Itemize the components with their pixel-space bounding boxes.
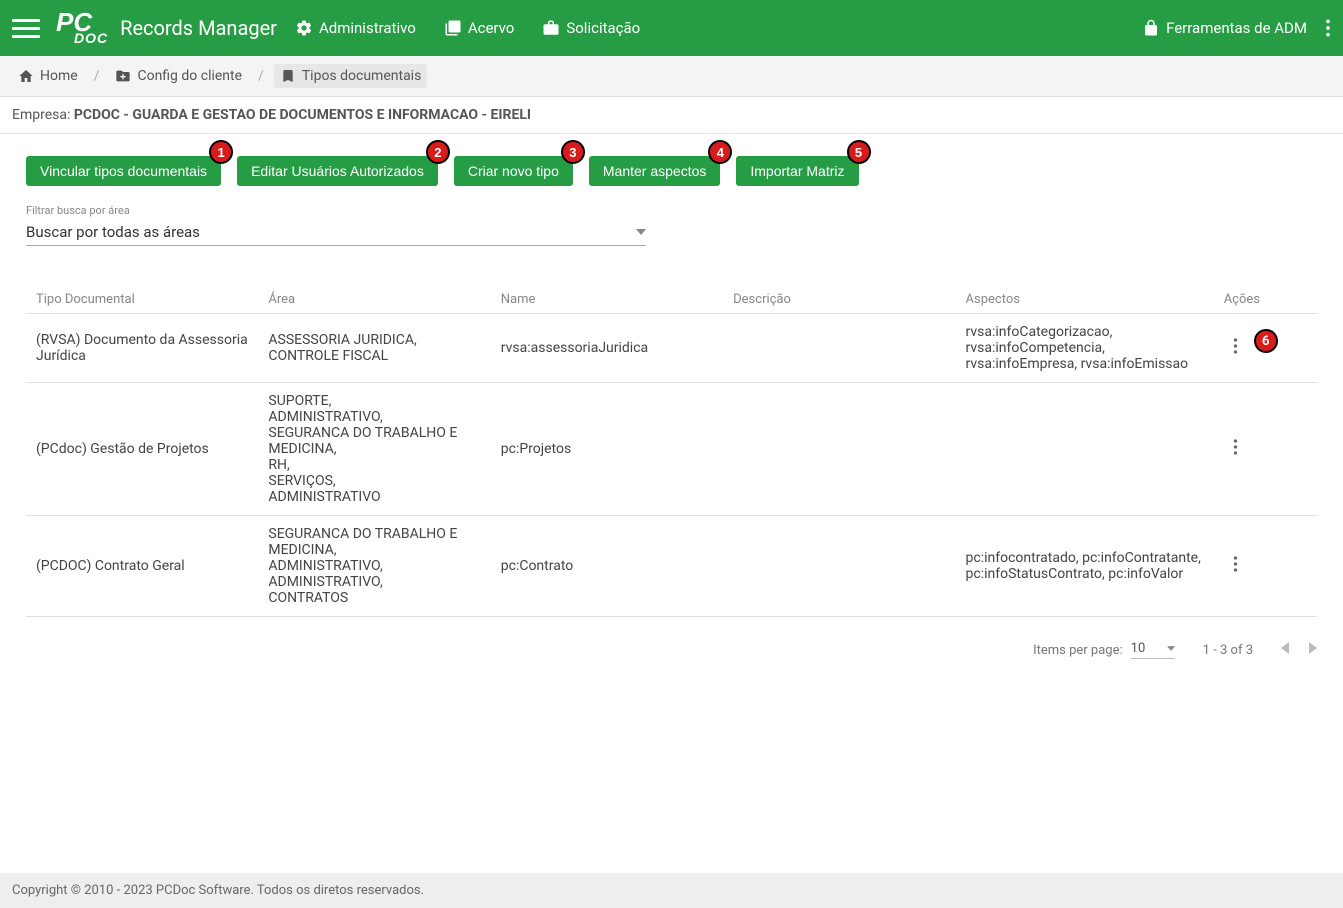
table-row: (RVSA) Documento da Assessoria Jurídica … [26, 314, 1317, 383]
top-right: Ferramentas de ADM [1142, 18, 1331, 38]
criar-novo-tipo-button[interactable]: Criar novo tipo 3 [454, 156, 573, 186]
top-bar: PCDOC Records Manager Administrativo Ace… [0, 0, 1343, 56]
nav-administrativo-label: Administrativo [319, 19, 416, 37]
manter-aspectos-button[interactable]: Manter aspectos 4 [589, 156, 721, 186]
cell-tipo: (PCDOC) Contrato Geral [26, 516, 258, 617]
row-actions-menu[interactable] [1224, 555, 1248, 577]
kebab-menu-icon [1233, 438, 1238, 456]
tipos-table: Tipo Documental Área Name Descrição Aspe… [26, 286, 1317, 617]
cell-tipo: (PCdoc) Gestão de Projetos [26, 383, 258, 516]
th-area: Área [258, 286, 490, 314]
company-line: Empresa: PCDOC - GUARDA E GESTAO DE DOCU… [0, 97, 1343, 134]
th-acoes: Ações [1214, 286, 1317, 314]
filter-block: Filtrar busca por área Buscar por todas … [0, 186, 1343, 246]
cell-desc [723, 516, 955, 617]
filter-area-select[interactable]: Buscar por todas as áreas [26, 219, 646, 246]
chevron-down-icon [1167, 646, 1175, 651]
nav-administrativo[interactable]: Administrativo [295, 19, 416, 37]
chevron-left-icon [1281, 642, 1289, 654]
annotation-badge-4: 4 [708, 140, 732, 164]
cell-aspectos [956, 383, 1214, 516]
table-row: (PCdoc) Gestão de Projetos SUPORTE, ADMI… [26, 383, 1317, 516]
row-actions-menu[interactable] [1224, 438, 1248, 460]
breadcrumb-sep: / [258, 68, 264, 84]
th-desc: Descrição [723, 286, 955, 314]
nav-solicitacao-label: Solicitação [566, 19, 640, 37]
importar-matriz-button[interactable]: Importar Matriz 5 [736, 156, 858, 186]
actions-row: Vincular tipos documentais 1 Editar Usuá… [0, 134, 1343, 186]
cell-area: ASSESSORIA JURIDICA, CONTROLE FISCAL [258, 314, 490, 383]
cell-area: SUPORTE, ADMINISTRATIVO, SEGURANCA DO TR… [258, 383, 490, 516]
row-actions-menu[interactable]: 6 [1224, 337, 1248, 359]
chevron-down-icon [636, 229, 646, 235]
kebab-menu-icon[interactable] [1325, 18, 1331, 38]
company-value: PCDOC - GUARDA E GESTAO DE DOCUMENTOS E … [74, 107, 531, 123]
cell-aspectos: pc:infocontratado, pc:infoContratante, p… [956, 516, 1214, 617]
breadcrumb: Home / Config do cliente / Tipos documen… [0, 56, 1343, 97]
table-row: (PCDOC) Contrato Geral SEGURANCA DO TRAB… [26, 516, 1317, 617]
breadcrumb-sep: / [94, 68, 100, 84]
cell-tipo: (RVSA) Documento da Assessoria Jurídica [26, 314, 258, 383]
annotation-badge-2: 2 [426, 140, 450, 164]
breadcrumb-tipos-label: Tipos documentais [302, 68, 422, 84]
cell-area: SEGURANCA DO TRABALHO E MEDICINA, ADMINI… [258, 516, 490, 617]
items-per-page: Items per page: 10 [1033, 641, 1175, 659]
annotation-badge-3: 3 [561, 140, 585, 164]
app-title: Records Manager [120, 16, 277, 40]
kebab-menu-icon [1233, 337, 1238, 355]
filter-label: Filtrar busca por área [26, 204, 1317, 217]
items-per-page-select[interactable]: 10 [1131, 641, 1175, 659]
items-per-value: 10 [1131, 641, 1146, 656]
pagination-range: 1 - 3 of 3 [1203, 643, 1253, 658]
lock-icon [1142, 19, 1160, 37]
briefcase-icon [542, 19, 560, 37]
annotation-badge-1: 1 [209, 140, 233, 164]
pagination-next[interactable] [1309, 642, 1317, 658]
cell-name: pc:Projetos [491, 383, 723, 516]
gear-icon [295, 19, 313, 37]
nav-acervo-label: Acervo [468, 19, 515, 37]
folder-plus-icon [115, 68, 131, 84]
th-aspectos: Aspectos [956, 286, 1214, 314]
breadcrumb-home[interactable]: Home [12, 64, 84, 88]
th-tipo: Tipo Documental [26, 286, 258, 314]
breadcrumb-tipos[interactable]: Tipos documentais [274, 64, 428, 88]
breadcrumb-home-label: Home [40, 68, 78, 84]
cell-name: rvsa:assessoriaJuridica [491, 314, 723, 383]
footer: Copyright © 2010 - 2023 PCDoc Software. … [0, 873, 1343, 908]
pcdoc-logo[interactable]: PCDOC [52, 11, 108, 45]
cell-desc [723, 314, 955, 383]
breadcrumb-config[interactable]: Config do cliente [109, 64, 248, 88]
filter-selected-value: Buscar por todas as áreas [26, 223, 200, 241]
th-name: Name [491, 286, 723, 314]
nav-acervo[interactable]: Acervo [444, 19, 515, 37]
breadcrumb-config-label: Config do cliente [137, 68, 242, 84]
top-nav: Administrativo Acervo Solicitação [295, 19, 640, 37]
cell-desc [723, 383, 955, 516]
pagination: Items per page: 10 1 - 3 of 3 [0, 629, 1343, 679]
home-icon [18, 68, 34, 84]
editar-usuarios-button[interactable]: Editar Usuários Autorizados 2 [237, 156, 438, 186]
pagination-prev[interactable] [1281, 642, 1289, 658]
library-icon [444, 19, 462, 37]
annotation-badge-6: 6 [1254, 329, 1278, 353]
annotation-badge-5: 5 [847, 140, 871, 164]
nav-solicitacao[interactable]: Solicitação [542, 19, 640, 37]
adm-tools-button[interactable]: Ferramentas de ADM [1142, 19, 1307, 37]
adm-tools-label: Ferramentas de ADM [1166, 19, 1307, 37]
cell-name: pc:Contrato [491, 516, 723, 617]
company-label: Empresa: [12, 107, 74, 123]
bookmark-icon [280, 68, 296, 84]
items-per-label: Items per page: [1033, 643, 1123, 658]
chevron-right-icon [1309, 642, 1317, 654]
footer-text: Copyright © 2010 - 2023 PCDoc Software. … [12, 883, 424, 898]
kebab-menu-icon [1233, 555, 1238, 573]
hamburger-menu-icon[interactable] [12, 14, 40, 42]
vincular-tipos-button[interactable]: Vincular tipos documentais 1 [26, 156, 221, 186]
table-wrap: Tipo Documental Área Name Descrição Aspe… [0, 246, 1343, 629]
cell-aspectos: rvsa:infoCategorizacao, rvsa:infoCompete… [956, 314, 1214, 383]
